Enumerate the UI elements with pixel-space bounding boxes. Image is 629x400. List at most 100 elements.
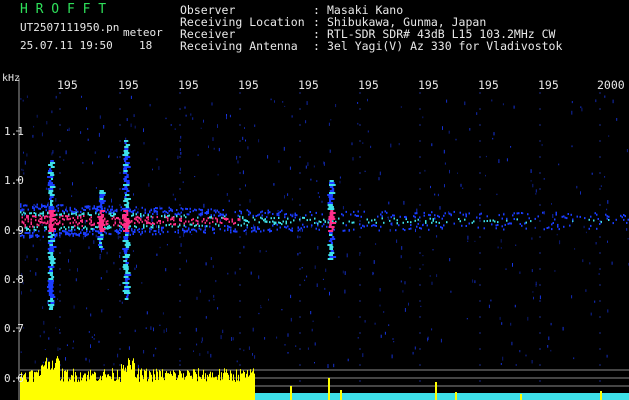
meteor-echo-pixel xyxy=(49,262,56,264)
meteor-echo-pixel xyxy=(48,294,55,296)
echo-pixel xyxy=(212,220,214,223)
noise-pixel xyxy=(379,288,381,292)
echo-pixel xyxy=(59,213,61,216)
noise-pixel xyxy=(259,250,261,253)
amplitude-bar xyxy=(24,374,25,400)
echo-pixel xyxy=(503,228,505,231)
amplitude-bar xyxy=(171,374,172,400)
amplitude-spike xyxy=(290,386,292,400)
noise-pixel xyxy=(305,120,307,124)
noise-pixel xyxy=(582,259,584,263)
echo-pixel xyxy=(108,226,110,229)
meteor-echo-pixel xyxy=(47,176,54,178)
meteor-echo-pixel xyxy=(329,238,336,240)
noise-pixel xyxy=(247,146,249,150)
amplitude-bar xyxy=(243,370,244,400)
noise-pixel xyxy=(301,228,303,232)
echo-pixel xyxy=(414,219,416,222)
noise-pixel xyxy=(378,177,380,181)
meteor-echo-pixel xyxy=(47,172,54,174)
amplitude-bar xyxy=(163,378,164,400)
echo-pixel xyxy=(174,223,176,226)
echo-pixel xyxy=(570,213,572,216)
echo-pixel xyxy=(510,222,512,225)
echo-pixel xyxy=(24,204,26,207)
echo-pixel xyxy=(216,209,218,212)
noise-pixel xyxy=(379,171,381,176)
noise-pixel xyxy=(304,279,306,282)
echo-pixel xyxy=(87,233,89,236)
noise-pixel xyxy=(367,98,368,102)
noise-pixel xyxy=(541,144,543,147)
meteor-echo-pixel xyxy=(100,202,105,204)
echo-pixel xyxy=(471,221,473,224)
noise-pixel xyxy=(327,364,329,368)
noise-pixel xyxy=(208,145,209,149)
echo-pixel xyxy=(291,215,293,218)
echo-pixel xyxy=(81,207,83,210)
x-tick-label: 195 xyxy=(238,78,259,92)
noise-pixel xyxy=(373,260,375,264)
amplitude-bar xyxy=(36,371,37,400)
echo-pixel xyxy=(165,216,167,219)
noise-pixel xyxy=(316,221,317,224)
echo-pixel xyxy=(459,220,461,223)
noise-pixel xyxy=(234,271,236,275)
echo-pixel xyxy=(572,218,574,221)
noise-pixel xyxy=(36,258,38,261)
noise-pixel xyxy=(237,160,239,164)
meteor-echo-pixel xyxy=(47,300,54,302)
echo-pixel xyxy=(60,213,62,216)
amplitude-bar xyxy=(91,375,92,400)
amplitude-bar xyxy=(76,375,77,400)
echo-pixel xyxy=(140,213,142,216)
echo-pixel xyxy=(281,223,283,226)
echo-pixel xyxy=(158,225,160,228)
echo-pixel xyxy=(417,222,419,225)
amplitude-bar xyxy=(109,376,110,400)
echo-pixel xyxy=(299,228,301,231)
echo-pixel xyxy=(300,227,302,230)
echo-pixel xyxy=(396,222,398,225)
echo-pixel xyxy=(137,220,139,223)
amplitude-bar xyxy=(118,379,119,400)
meteor-echo-pixel xyxy=(123,180,130,182)
echo-pixel xyxy=(468,222,470,225)
echo-pixel xyxy=(41,221,43,224)
noise-pixel xyxy=(29,270,31,272)
meteor-echo-pixel xyxy=(331,236,335,238)
meteor-echo-pixel xyxy=(50,254,53,256)
noise-pixel xyxy=(212,265,214,268)
noise-pixel xyxy=(166,244,168,246)
noise-pixel xyxy=(562,326,564,331)
echo-pixel xyxy=(107,222,109,225)
meteor-echo-pixel xyxy=(48,288,53,290)
echo-pixel xyxy=(242,217,244,220)
echo-pixel xyxy=(579,215,581,218)
meteor-echo-pixel xyxy=(327,194,334,196)
noise-pixel xyxy=(130,95,132,99)
echo-pixel xyxy=(156,213,158,216)
echo-pixel xyxy=(206,219,208,222)
noise-pixel xyxy=(90,313,92,317)
echo-pixel xyxy=(95,207,97,210)
noise-pixel xyxy=(351,142,353,146)
meteor-echo-pixel xyxy=(49,268,53,270)
noise-pixel xyxy=(75,278,77,282)
echo-pixel xyxy=(506,219,508,222)
echo-pixel xyxy=(419,227,421,229)
echo-pixel xyxy=(104,217,106,220)
echo-pixel xyxy=(35,219,37,222)
meteor-echo-pixel xyxy=(48,256,54,258)
echo-pixel xyxy=(380,213,382,216)
echo-pixel xyxy=(212,228,214,231)
echo-pixel xyxy=(111,217,113,220)
amplitude-bar xyxy=(232,380,233,400)
echo-pixel xyxy=(501,217,503,220)
meteor-echo-pixel xyxy=(125,280,128,282)
noise-pixel xyxy=(66,344,68,347)
echo-pixel xyxy=(74,211,76,214)
echo-pixel xyxy=(90,219,92,222)
echo-pixel xyxy=(195,219,197,222)
noise-pixel xyxy=(474,240,476,242)
